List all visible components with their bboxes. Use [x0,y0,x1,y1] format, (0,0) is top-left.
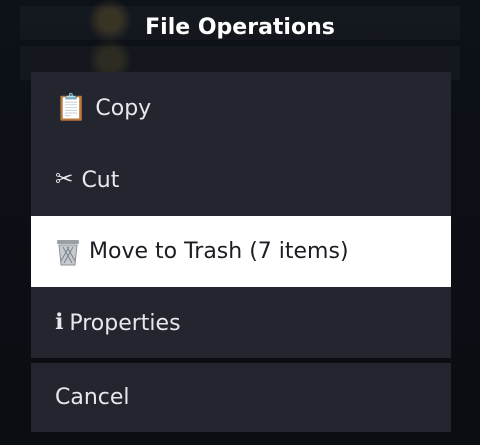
menu-item-properties[interactable]: ℹ Properties [31,287,451,359]
menu-item-label: Properties [69,310,181,336]
menu-item-label: Cut [81,167,120,193]
cancel-button[interactable]: Cancel [31,363,451,432]
menu-item-label: Copy [95,95,152,121]
menu-item-move-to-trash[interactable]: Move to Trash (7 items) [31,216,451,287]
info-icon: ℹ [55,310,64,335]
menu-item-cut[interactable]: ✂ Cut [31,144,451,216]
trash-icon [55,238,81,266]
operations-menu: 📋 Copy ✂ Cut Move to Trash (7 items) ℹ P… [31,72,451,358]
menu-item-label: Move to Trash (7 items) [89,239,349,264]
clipboard-icon: 📋 [55,93,88,123]
cancel-panel: Cancel [31,363,451,432]
scissors-icon: ✂ [55,167,74,192]
dialog-title: File Operations [145,15,335,40]
menu-item-copy[interactable]: 📋 Copy [31,72,451,144]
